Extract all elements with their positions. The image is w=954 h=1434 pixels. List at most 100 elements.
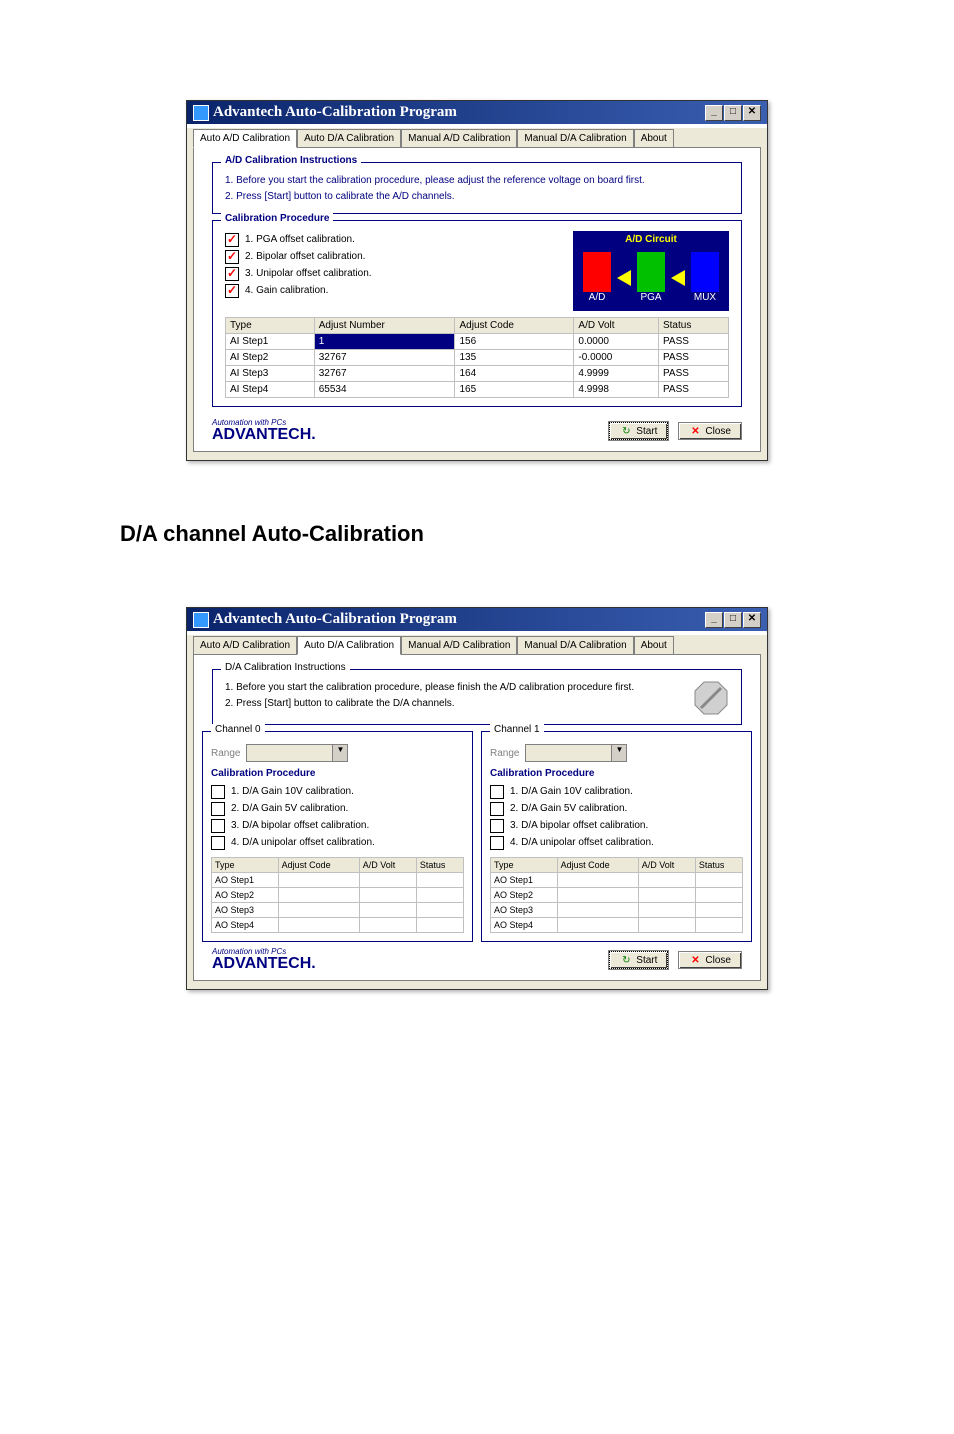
range-label: Range bbox=[490, 748, 519, 759]
table-row: AO Step3 bbox=[212, 903, 464, 918]
arrow-icon bbox=[671, 270, 685, 286]
minimize-button[interactable]: _ bbox=[705, 612, 723, 628]
tab-about[interactable]: About bbox=[634, 129, 674, 148]
table-header: Type Adjust Code A/D Volt Status bbox=[212, 858, 464, 873]
cell bbox=[359, 888, 416, 903]
start-button[interactable]: ↻ Start bbox=[609, 422, 668, 440]
close-button[interactable]: ✕ Close bbox=[678, 422, 742, 440]
tab-manual-da[interactable]: Manual D/A Calibration bbox=[517, 129, 633, 148]
chevron-down-icon: ▼ bbox=[332, 745, 347, 761]
step-label: 3. D/A bipolar offset calibration. bbox=[231, 817, 369, 834]
step-label: 4. D/A unipolar offset calibration. bbox=[231, 834, 375, 851]
block-pga bbox=[637, 252, 665, 292]
cell bbox=[557, 888, 638, 903]
tab-manual-da[interactable]: Manual D/A Calibration bbox=[517, 636, 633, 655]
cell: AI Step4 bbox=[226, 382, 315, 398]
cell: 32767 bbox=[314, 350, 455, 366]
step-row: 2. D/A Gain 5V calibration. bbox=[211, 800, 464, 817]
app-icon bbox=[193, 612, 209, 628]
procedure-group: Calibration Procedure ✓1. PGA offset cal… bbox=[212, 220, 742, 407]
advantech-logo: Automation with PCs ADVANTECH. bbox=[212, 948, 316, 972]
step-label: 3. Unipolar offset calibration. bbox=[245, 265, 372, 282]
step-label: 4. D/A unipolar offset calibration. bbox=[510, 834, 654, 851]
cell: AI Step1 bbox=[226, 334, 315, 350]
checkbox-icon bbox=[211, 802, 225, 816]
cell bbox=[278, 918, 359, 933]
step-row: ✓3. Unipolar offset calibration. bbox=[225, 265, 372, 282]
start-button[interactable]: ↻ Start bbox=[609, 951, 668, 969]
block-label: PGA bbox=[637, 292, 665, 303]
close-button[interactable]: ✕ bbox=[743, 105, 761, 121]
cell bbox=[557, 903, 638, 918]
range-dropdown[interactable]: ▼ bbox=[525, 744, 627, 762]
tab-auto-ad[interactable]: Auto A/D Calibration bbox=[193, 129, 297, 148]
checkbox-icon bbox=[211, 819, 225, 833]
step-label: 3. D/A bipolar offset calibration. bbox=[510, 817, 648, 834]
cell bbox=[278, 873, 359, 888]
checkbox-icon bbox=[490, 802, 504, 816]
cell bbox=[695, 918, 742, 933]
col-header: Adjust Code bbox=[278, 858, 359, 873]
maximize-button[interactable]: □ bbox=[724, 105, 742, 121]
results-table: Type Adjust Number Adjust Code A/D Volt … bbox=[225, 317, 729, 398]
checkbox-icon bbox=[490, 836, 504, 850]
cell: AO Step1 bbox=[212, 873, 279, 888]
results-table: Type Adjust Code A/D Volt Status AO Step… bbox=[490, 857, 743, 933]
maximize-button[interactable]: □ bbox=[724, 612, 742, 628]
instruction-line: 1. Before you start the calibration proc… bbox=[225, 680, 685, 696]
close-button[interactable]: ✕ Close bbox=[678, 951, 742, 969]
checkbox-icon bbox=[490, 819, 504, 833]
table-row: AO Step2 bbox=[491, 888, 743, 903]
cell bbox=[359, 918, 416, 933]
cell: AO Step4 bbox=[491, 918, 558, 933]
procedure-title: Calibration Procedure bbox=[490, 768, 743, 779]
cell: AO Step2 bbox=[491, 888, 558, 903]
table-row: AI Step1 1 156 0.0000 PASS bbox=[226, 334, 729, 350]
tab-about[interactable]: About bbox=[634, 636, 674, 655]
cell: AO Step2 bbox=[212, 888, 279, 903]
tab-strip: Auto A/D Calibration Auto D/A Calibratio… bbox=[193, 635, 761, 654]
step-row: 4. D/A unipolar offset calibration. bbox=[211, 834, 464, 851]
col-header: Type bbox=[491, 858, 558, 873]
button-label: Close bbox=[705, 955, 731, 966]
chevron-down-icon: ▼ bbox=[611, 745, 626, 761]
channel1-group: Channel 1 Range ▼ Calibration Procedure … bbox=[481, 731, 752, 942]
step-label: 2. Bipolar offset calibration. bbox=[245, 248, 365, 265]
refresh-icon: ↻ bbox=[620, 425, 632, 437]
cell bbox=[416, 873, 463, 888]
tab-manual-ad[interactable]: Manual A/D Calibration bbox=[401, 129, 517, 148]
close-button[interactable]: ✕ bbox=[743, 612, 761, 628]
results-table: Type Adjust Code A/D Volt Status AO Step… bbox=[211, 857, 464, 933]
cell bbox=[278, 903, 359, 918]
cell: AO Step3 bbox=[491, 903, 558, 918]
checkbox-icon bbox=[211, 836, 225, 850]
step-label: 1. PGA offset calibration. bbox=[245, 231, 355, 248]
tab-auto-da[interactable]: Auto D/A Calibration bbox=[297, 636, 401, 655]
cell: AI Step2 bbox=[226, 350, 315, 366]
circuit-title: A/D Circuit bbox=[577, 233, 725, 246]
col-header: Type bbox=[212, 858, 279, 873]
cell: 65534 bbox=[314, 382, 455, 398]
cell: AO Step4 bbox=[212, 918, 279, 933]
cell bbox=[416, 888, 463, 903]
cell: AO Step1 bbox=[491, 873, 558, 888]
minimize-button[interactable]: _ bbox=[705, 105, 723, 121]
tab-auto-ad[interactable]: Auto A/D Calibration bbox=[193, 636, 297, 655]
channel1-title: Channel 1 bbox=[490, 724, 544, 735]
cell: AI Step3 bbox=[226, 366, 315, 382]
button-label: Start bbox=[636, 426, 657, 437]
tab-manual-ad[interactable]: Manual A/D Calibration bbox=[401, 636, 517, 655]
tab-auto-da[interactable]: Auto D/A Calibration bbox=[297, 129, 401, 148]
logo-text: ADVANTECH. bbox=[212, 955, 316, 972]
cell: PASS bbox=[658, 366, 728, 382]
step-row: 1. D/A Gain 10V calibration. bbox=[490, 783, 743, 800]
instructions-title: A/D Calibration Instructions bbox=[221, 155, 361, 166]
cell bbox=[695, 873, 742, 888]
step-row: 1. D/A Gain 10V calibration. bbox=[211, 783, 464, 800]
checkbox-icon bbox=[211, 785, 225, 799]
cell: 164 bbox=[455, 366, 574, 382]
cell bbox=[695, 903, 742, 918]
range-dropdown[interactable]: ▼ bbox=[246, 744, 348, 762]
step-row: 4. D/A unipolar offset calibration. bbox=[490, 834, 743, 851]
instructions-group: A/D Calibration Instructions 1. Before y… bbox=[212, 162, 742, 214]
